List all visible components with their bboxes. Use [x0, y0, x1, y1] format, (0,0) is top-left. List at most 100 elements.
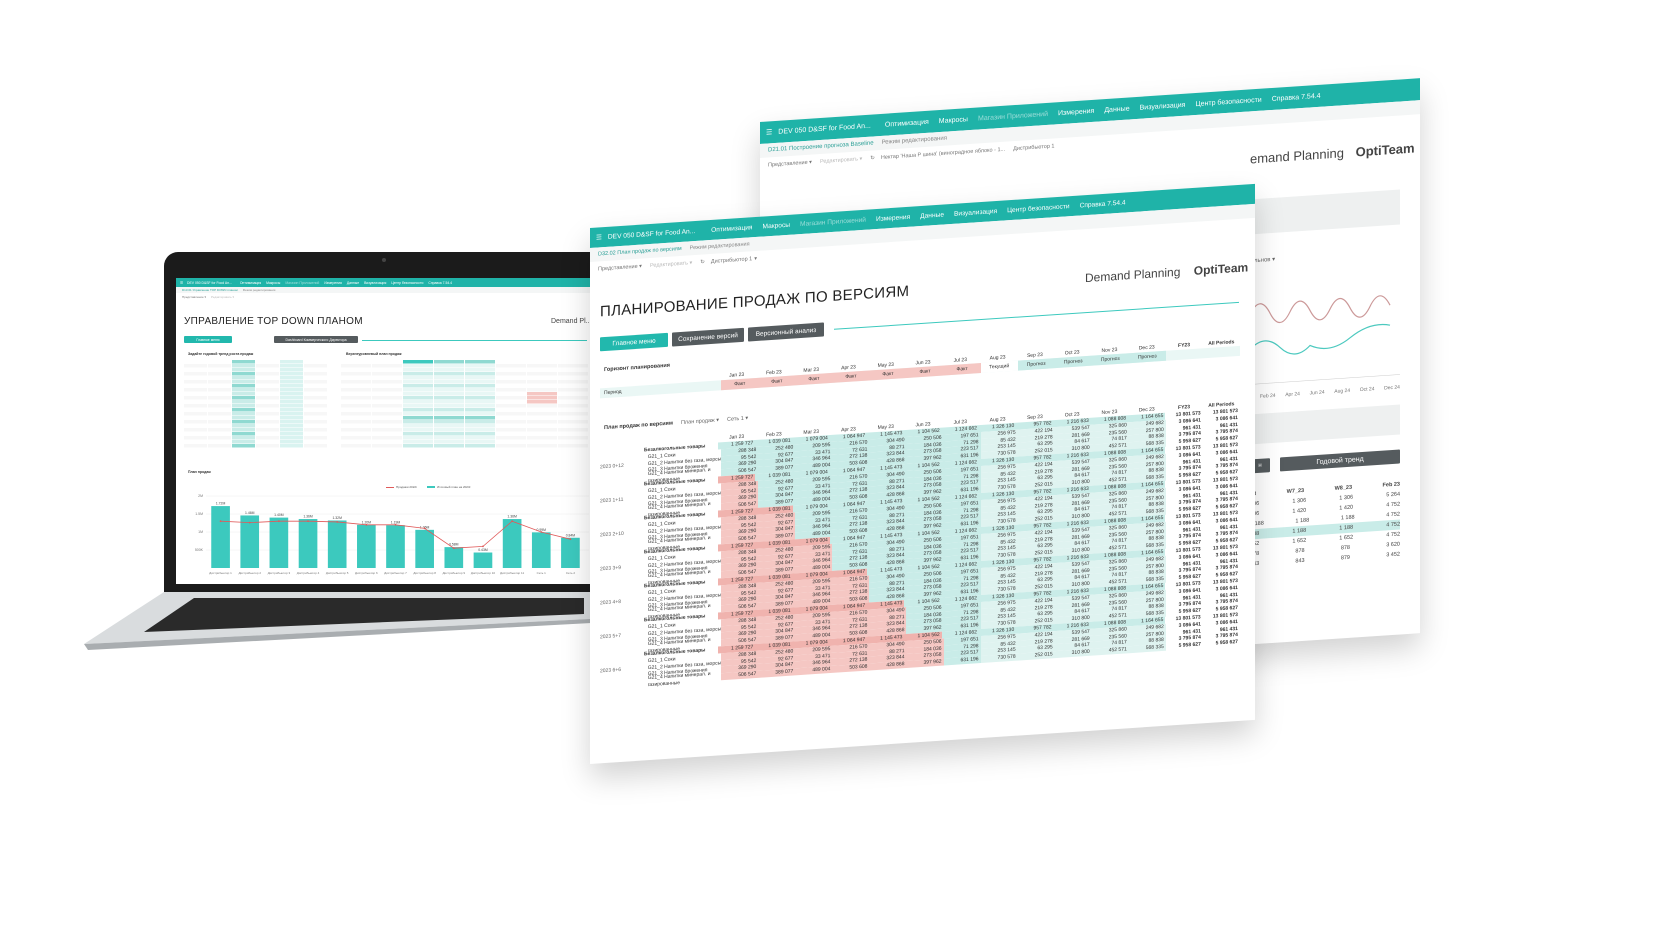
distributor-filter[interactable]: Дистрибьютор 1: [1013, 143, 1054, 152]
version-group-label: [600, 573, 644, 576]
table-cell[interactable]: 5 958 627: [1203, 639, 1240, 648]
network-filter[interactable]: Сеть 1 ▾: [727, 416, 748, 423]
save-version-button[interactable]: Сохранение версий: [672, 327, 744, 347]
menu-dimensions[interactable]: Измерения: [324, 281, 342, 285]
menu-macros[interactable]: Макросы: [266, 281, 280, 285]
menu-dimensions[interactable]: Измерения: [1058, 107, 1094, 116]
table-cell[interactable]: 428 868: [869, 661, 907, 671]
period-cell[interactable]: Прогноз: [1128, 350, 1166, 364]
table-cell: 878: [1340, 544, 1350, 552]
annual-trend-button[interactable]: Годовой тренд: [1280, 449, 1400, 472]
period-cell[interactable]: Текущий: [980, 360, 1018, 374]
table-cell[interactable]: 503 608: [832, 663, 870, 673]
menu-appstore[interactable]: Магазин Приложений: [285, 281, 319, 285]
period-cell[interactable]: Прогноз: [1091, 353, 1129, 366]
menu-macros[interactable]: Макросы: [763, 221, 791, 230]
refresh-icon[interactable]: ↻: [870, 155, 875, 161]
period-cell[interactable]: Факт: [721, 377, 759, 391]
version-group-label: [600, 621, 644, 624]
redact-menu[interactable]: Редактировать ▾: [820, 156, 862, 165]
period-cell[interactable]: Факт: [906, 365, 944, 378]
table-cell[interactable]: 252 015: [1017, 651, 1055, 661]
menu-dimensions[interactable]: Измерения: [876, 213, 910, 222]
menu-visualization[interactable]: Визуализация: [1140, 101, 1186, 111]
table-cell[interactable]: 489 004: [795, 665, 833, 676]
grid-cell: [304, 436, 327, 440]
breadcrumb[interactable]: D13.01 Управление TOP DOWN планом: [182, 288, 238, 292]
view-menu[interactable]: Представление ▾: [768, 160, 812, 169]
table-cell[interactable]: 506 547: [721, 670, 759, 681]
table-cell[interactable]: 389 077: [758, 668, 796, 678]
back-gray-panel: [1250, 404, 1400, 445]
grid-cell: [232, 392, 255, 396]
camera-icon: [382, 258, 386, 262]
grid-cell: [232, 436, 255, 440]
menu-optimization[interactable]: Оптимизация: [885, 118, 929, 128]
menu-optimization[interactable]: Оптимизация: [240, 281, 261, 285]
table-cell[interactable]: 397 962: [906, 658, 944, 668]
distributor-filter[interactable]: Дистрибьютор 1: [711, 256, 752, 265]
table-cell[interactable]: 631 196: [943, 656, 981, 666]
grid-cell: [496, 432, 526, 436]
grid-cell: [372, 440, 402, 444]
period-cell[interactable]: Прогноз: [1054, 355, 1092, 369]
period-cell[interactable]: Факт: [869, 367, 907, 381]
menu-data[interactable]: Данные: [920, 211, 944, 220]
grid-cell: [184, 440, 207, 444]
legend-label: Продажи 2022г: [396, 485, 418, 489]
menu-security[interactable]: Центр безопасности: [391, 281, 423, 285]
hamburger-icon[interactable]: ☰: [180, 281, 183, 285]
back-dropdown[interactable]: льнов ▾: [1254, 256, 1275, 264]
redact-menu[interactable]: Редактировать ▾: [650, 260, 692, 269]
table-cell[interactable]: 5 958 627: [1166, 641, 1203, 650]
main-menu-button[interactable]: Главное меню: [184, 336, 232, 343]
period-cell[interactable]: [1203, 346, 1240, 358]
menu-appstore[interactable]: Магазин Приложений: [978, 110, 1048, 122]
period-cell[interactable]: Факт: [795, 372, 833, 386]
menu-optimization[interactable]: Оптимизация: [711, 224, 752, 234]
table-cell[interactable]: 568 335: [1128, 643, 1166, 654]
period-cell[interactable]: Факт: [832, 370, 870, 383]
grid-cell: [341, 404, 371, 408]
hamburger-icon[interactable]: ☰: [596, 233, 602, 241]
view-menu[interactable]: Представление ▾: [598, 264, 642, 273]
hamburger-icon[interactable]: ☰: [766, 128, 772, 136]
menu-visualization[interactable]: Визуализация: [954, 207, 997, 217]
period-cell[interactable]: Прогноз: [1017, 358, 1055, 371]
sector-filter[interactable]: Нектар 'Наша Р шина' (виноградное яблоко…: [881, 147, 1005, 161]
menu-help[interactable]: Справка 7.54.4: [1272, 92, 1321, 102]
period-cell[interactable]: Факт: [758, 375, 796, 388]
menu-security[interactable]: Центр безопасности: [1195, 96, 1261, 107]
menu-data[interactable]: Данные: [347, 281, 359, 285]
menu-macros[interactable]: Макросы: [939, 116, 968, 125]
menu-help[interactable]: Справка 7.54.4: [1080, 199, 1126, 209]
dashboard-button[interactable]: Dashboard Коммерческого Директора: [274, 336, 358, 343]
period-cell[interactable]: Факт: [943, 363, 981, 376]
refresh-icon[interactable]: ↻: [700, 259, 705, 265]
grid-cell: [184, 436, 207, 440]
table-cell[interactable]: 452 571: [1091, 646, 1129, 656]
table-cell[interactable]: 310 800: [1054, 648, 1092, 659]
table-cell: 3 620: [1386, 541, 1400, 549]
plan-filter[interactable]: План продаж ▾: [681, 417, 719, 426]
menu-appstore[interactable]: Магазин Приложений: [800, 216, 866, 227]
version-analysis-button[interactable]: Версионный анализ: [748, 322, 824, 342]
menu-visualization[interactable]: Визуализация: [364, 281, 386, 285]
view-menu[interactable]: Представление ▾: [182, 295, 206, 299]
menu-help[interactable]: Справка 7.54.4: [428, 281, 452, 285]
grid-cell: [208, 428, 231, 432]
table-cell[interactable]: 730 578: [980, 653, 1018, 663]
grid-cell: [304, 412, 327, 416]
sales-point: [307, 520, 309, 523]
main-menu-button[interactable]: Главное меню: [600, 332, 668, 352]
grid-cell: [208, 444, 231, 448]
grid-cell: [527, 388, 557, 392]
menu-security[interactable]: Центр безопасности: [1007, 203, 1069, 214]
sales-point: [365, 523, 368, 526]
grid-cell: [434, 364, 464, 368]
menu-data[interactable]: Данные: [1104, 105, 1129, 114]
period-cell[interactable]: [1166, 348, 1203, 360]
redact-menu[interactable]: Редактировать ▾: [211, 295, 234, 299]
version-group-label: [600, 519, 644, 522]
table-cell: 878: [1295, 547, 1305, 555]
